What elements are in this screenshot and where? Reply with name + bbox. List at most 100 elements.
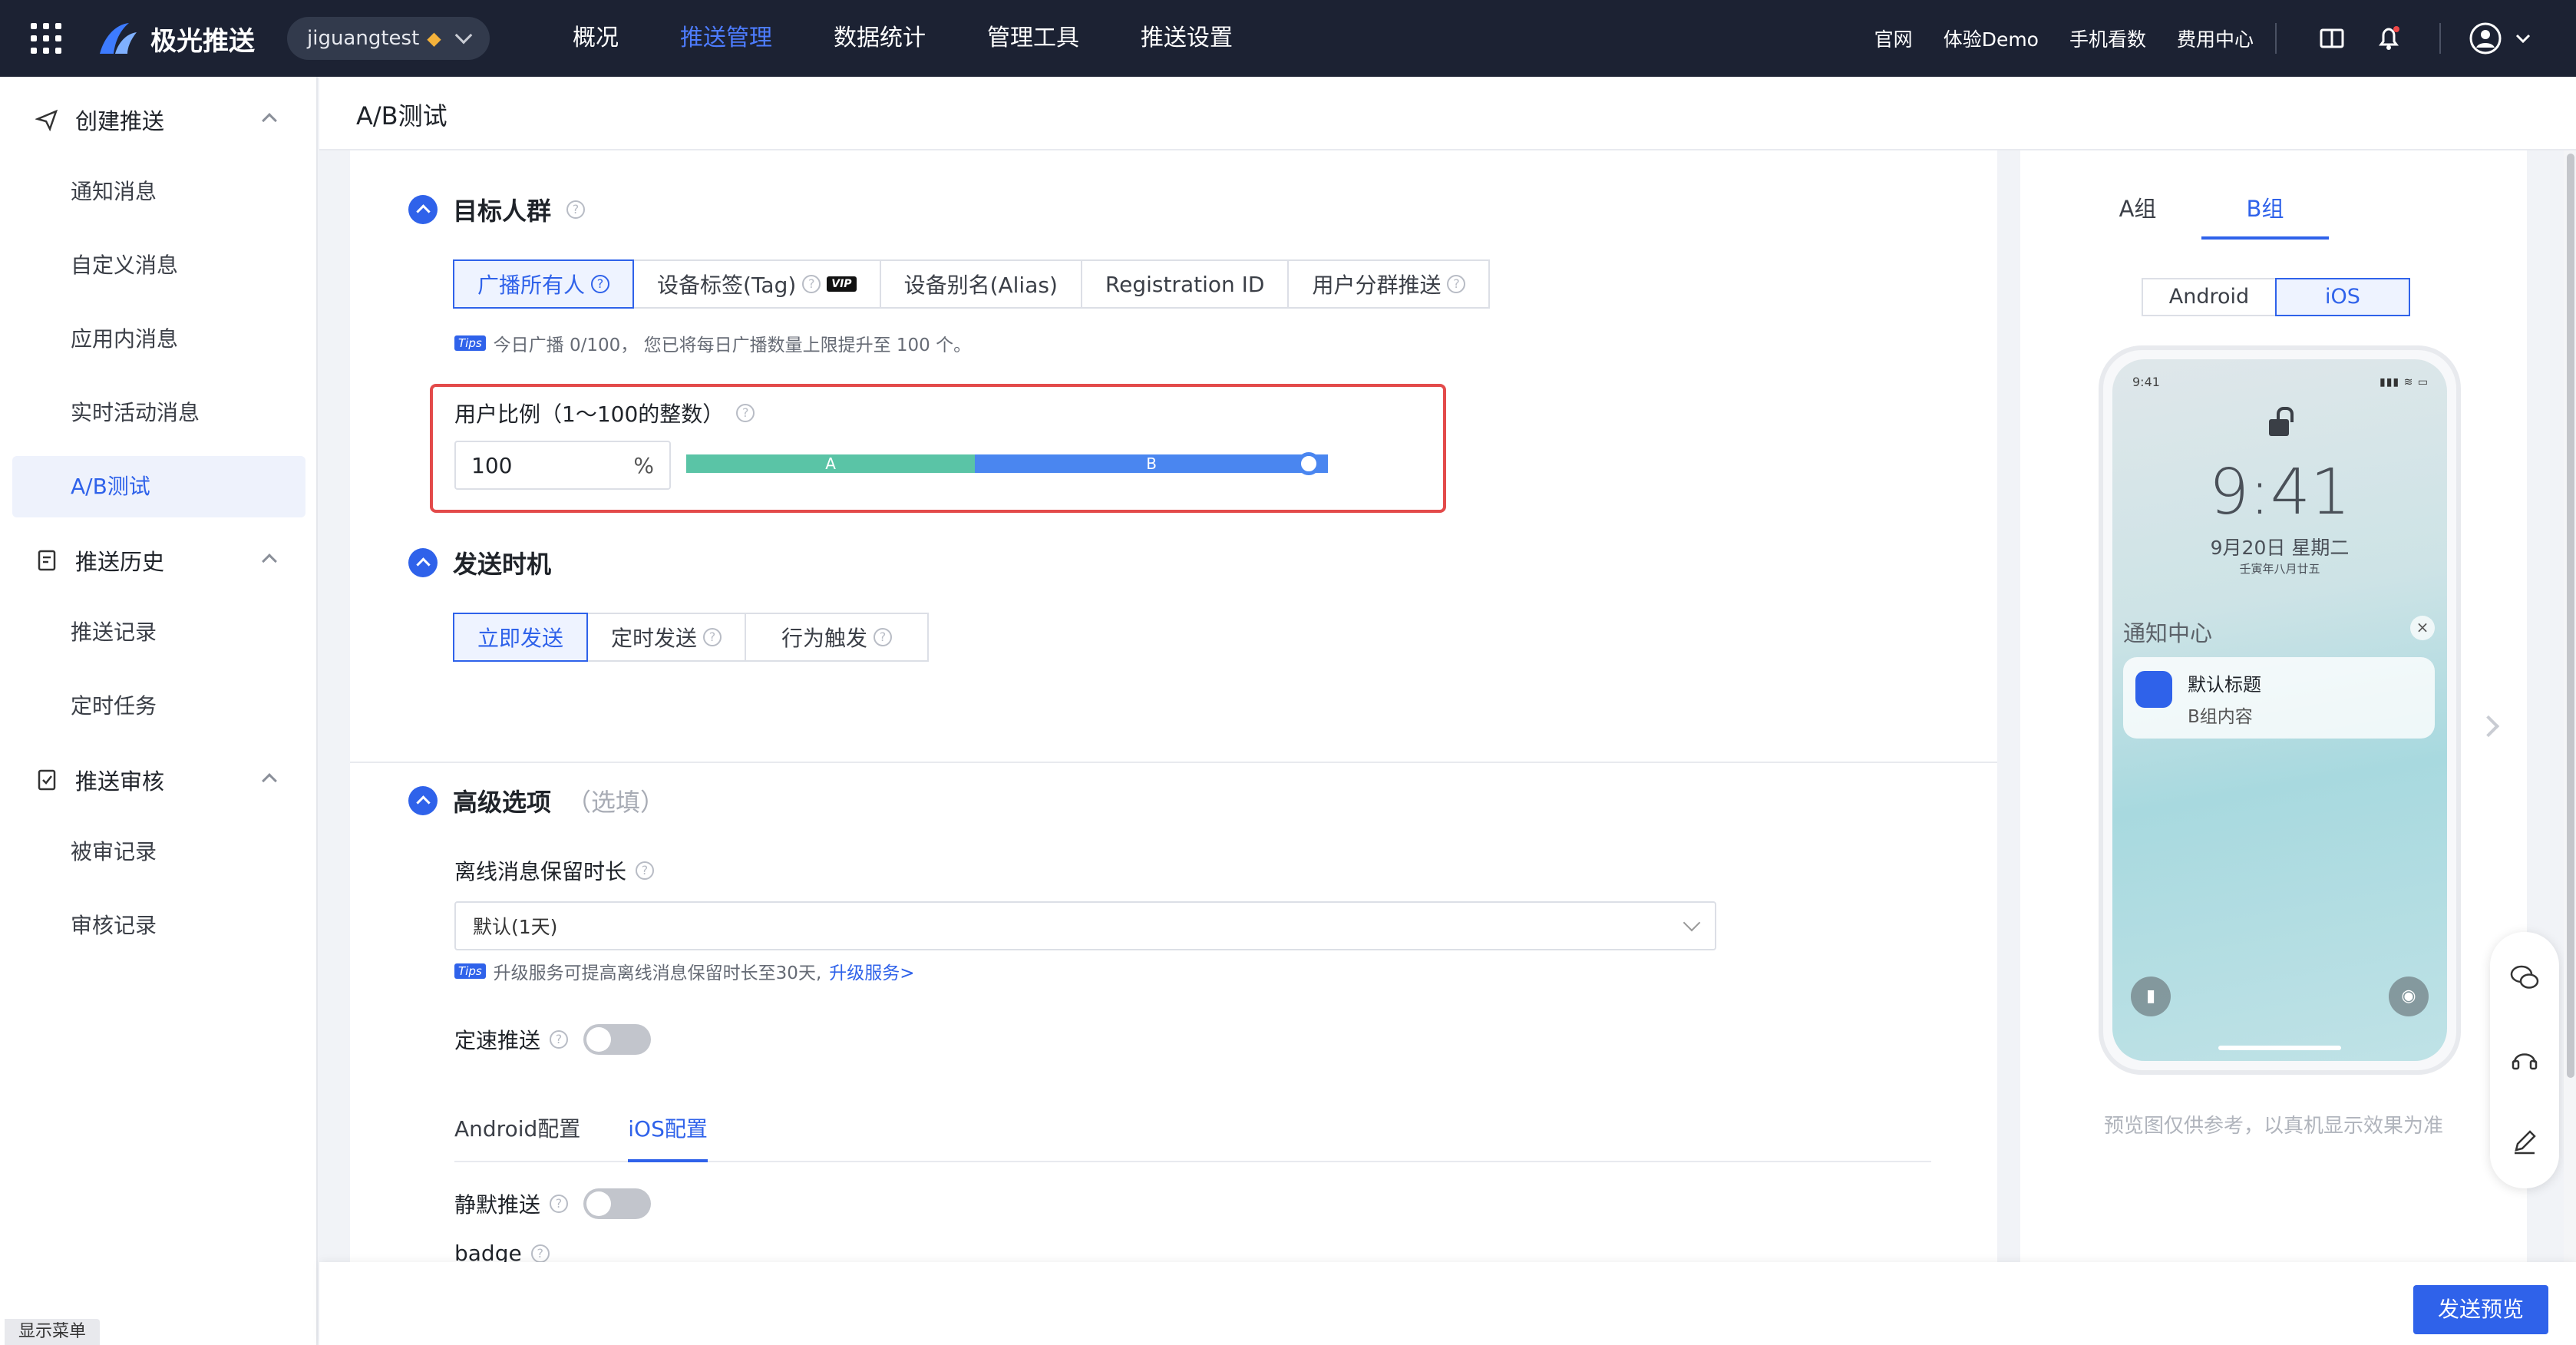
lockscreen-date: 9月20日 星期二	[2210, 537, 2350, 559]
sidebar-group-history[interactable]: 推送历史	[0, 525, 318, 596]
tips-badge: Tips	[454, 335, 486, 351]
option-send-now[interactable]: 立即发送	[453, 613, 589, 662]
ratio-label: 用户比例（1～100的整数） ?	[454, 398, 755, 428]
silent-push-toggle[interactable]	[583, 1188, 651, 1219]
app-switcher[interactable]: jiguangtest ◆	[287, 17, 490, 60]
history-icon	[38, 550, 56, 571]
collapse-toggle-icon[interactable]	[408, 786, 438, 815]
edit-icon[interactable]	[2508, 1125, 2541, 1158]
platform-android[interactable]: Android	[2142, 278, 2277, 316]
slider-handle[interactable]	[1297, 452, 1320, 475]
option-label: 定时发送	[611, 626, 698, 651]
option-alias[interactable]: 设备别名(Alias)	[879, 259, 1082, 309]
link-website[interactable]: 官网	[1874, 25, 1913, 52]
chevron-down-icon[interactable]	[2513, 23, 2533, 54]
bell-icon[interactable]	[2373, 23, 2404, 54]
nav-push-management[interactable]: 推送管理	[649, 0, 803, 77]
option-tag[interactable]: 设备标签(Tag)? VIP	[632, 259, 881, 309]
tips-text: 升级服务可提高离线消息保留时长至30天,	[493, 963, 822, 983]
nav-overview[interactable]: 概况	[542, 0, 649, 77]
nav-tools[interactable]: 管理工具	[956, 0, 1110, 77]
unlock-icon	[2269, 407, 2294, 436]
section-title: 发送时机	[453, 550, 552, 579]
help-icon[interactable]: ?	[736, 404, 755, 422]
offline-duration-label: 离线消息保留时长 ?	[454, 855, 655, 886]
wechat-icon[interactable]	[2508, 961, 2541, 993]
tips-text: 今日广播 0/100， 您已将每日广播数量上限提升至 100 个。	[493, 335, 972, 355]
help-icon[interactable]: ?	[566, 200, 586, 219]
sidebar-item-audit[interactable]: 审核记录	[12, 895, 305, 957]
help-icon[interactable]: ?	[550, 1195, 569, 1213]
help-icon[interactable]: ?	[802, 275, 821, 293]
field-label-text: badge	[454, 1241, 522, 1262]
tab-group-a[interactable]: A组	[2074, 187, 2201, 240]
help-icon[interactable]: ?	[1447, 275, 1466, 293]
ratio-slider[interactable]: A B	[686, 454, 1328, 473]
rate-push-toggle[interactable]	[583, 1024, 651, 1055]
user-avatar-icon[interactable]	[2469, 21, 2502, 55]
sidebar-item-push-records[interactable]: 推送记录	[12, 602, 305, 663]
show-menu-button[interactable]: 显示菜单	[5, 1319, 100, 1345]
offline-tips: Tips 升级服务可提高离线消息保留时长至30天, 升级服务>	[454, 958, 915, 984]
flashlight-icon: ▮	[2131, 977, 2171, 1016]
ratio-input[interactable]: 100 %	[454, 441, 671, 490]
sidebar-group-review[interactable]: 推送审核	[0, 745, 318, 815]
preview-note: 预览图仅供参考，以真机显示效果为准	[2103, 1115, 2443, 1138]
customer-service-icon[interactable]	[2508, 1044, 2541, 1076]
help-icon[interactable]: ?	[874, 628, 893, 646]
nav-settings[interactable]: 推送设置	[1110, 0, 1263, 77]
help-icon[interactable]: ?	[591, 275, 610, 293]
tab-ios-config[interactable]: iOS配置	[628, 1105, 708, 1162]
book-icon[interactable]	[2317, 23, 2347, 54]
platform-switch: Android iOS	[2142, 278, 2410, 316]
silent-push-label: 静默推送 ?	[454, 1188, 569, 1219]
notification-center-title: 通知中心	[2123, 620, 2213, 646]
lockscreen-lunar-date: 壬寅年八月廿五	[2239, 562, 2320, 576]
offline-duration-select[interactable]: 默认(1天)	[454, 901, 1716, 950]
chevron-up-icon	[262, 113, 277, 128]
tab-group-b[interactable]: B组	[2201, 187, 2329, 240]
link-billing[interactable]: 费用中心	[2177, 25, 2254, 52]
ratio-segment-a: A	[686, 454, 976, 473]
sidebar-group-create[interactable]: 创建推送	[0, 84, 318, 155]
top-links: 官网 体验Demo 手机看数 费用中心	[1874, 0, 2254, 77]
section-title: 目标人群	[453, 197, 552, 226]
help-icon[interactable]: ?	[636, 861, 655, 880]
app-grid-icon[interactable]	[31, 23, 61, 54]
sidebar-item-ab-test[interactable]: A/B测试	[12, 456, 305, 517]
sidebar-item-live-activity[interactable]: 实时活动消息	[12, 382, 305, 444]
upgrade-link[interactable]: 升级服务>	[829, 958, 914, 984]
link-demo[interactable]: 体验Demo	[1944, 25, 2039, 52]
brand-logo[interactable]: 极光推送	[97, 17, 255, 60]
apple-icon	[2135, 671, 2172, 708]
nav-statistics[interactable]: 数据统计	[803, 0, 956, 77]
tab-android-config[interactable]: Android配置	[454, 1105, 580, 1162]
sidebar-item-scheduled[interactable]: 定时任务	[12, 676, 305, 737]
option-registration-id[interactable]: Registration ID	[1080, 259, 1290, 309]
diamond-icon: ◆	[427, 28, 441, 49]
link-mobile[interactable]: 手机看数	[2069, 25, 2146, 52]
sidebar-item-custom[interactable]: 自定义消息	[12, 235, 305, 296]
notification-card: 默认标题 B组内容	[2123, 657, 2435, 739]
notification-body: B组内容	[2188, 707, 2253, 727]
send-preview-button[interactable]: 发送预览	[2413, 1285, 2548, 1334]
platform-ios[interactable]: iOS	[2275, 278, 2410, 316]
option-segment[interactable]: 用户分群推送?	[1287, 259, 1491, 309]
option-scheduled[interactable]: 定时发送?	[586, 613, 747, 662]
sidebar-item-reviewed[interactable]: 被审记录	[12, 821, 305, 883]
scrollbar-thumb[interactable]	[2567, 154, 2574, 1078]
sidebar-item-notification[interactable]: 通知消息	[12, 161, 305, 223]
option-behavior[interactable]: 行为触发?	[745, 613, 930, 662]
sidebar-group-label: 推送历史	[75, 549, 165, 575]
chevron-right-icon[interactable]	[2477, 715, 2500, 738]
sidebar-item-in-app[interactable]: 应用内消息	[12, 309, 305, 370]
collapse-toggle-icon[interactable]	[408, 195, 438, 224]
broadcast-tips: Tips 今日广播 0/100， 您已将每日广播数量上限提升至 100 个。	[454, 330, 971, 356]
rate-push-label: 定速推送 ?	[454, 1024, 569, 1055]
help-icon[interactable]: ?	[530, 1244, 550, 1262]
optional-note: （选填）	[566, 788, 665, 817]
option-broadcast[interactable]: 广播所有人?	[453, 259, 635, 309]
help-icon[interactable]: ?	[703, 628, 722, 646]
collapse-toggle-icon[interactable]	[408, 548, 438, 577]
help-icon[interactable]: ?	[550, 1030, 569, 1049]
